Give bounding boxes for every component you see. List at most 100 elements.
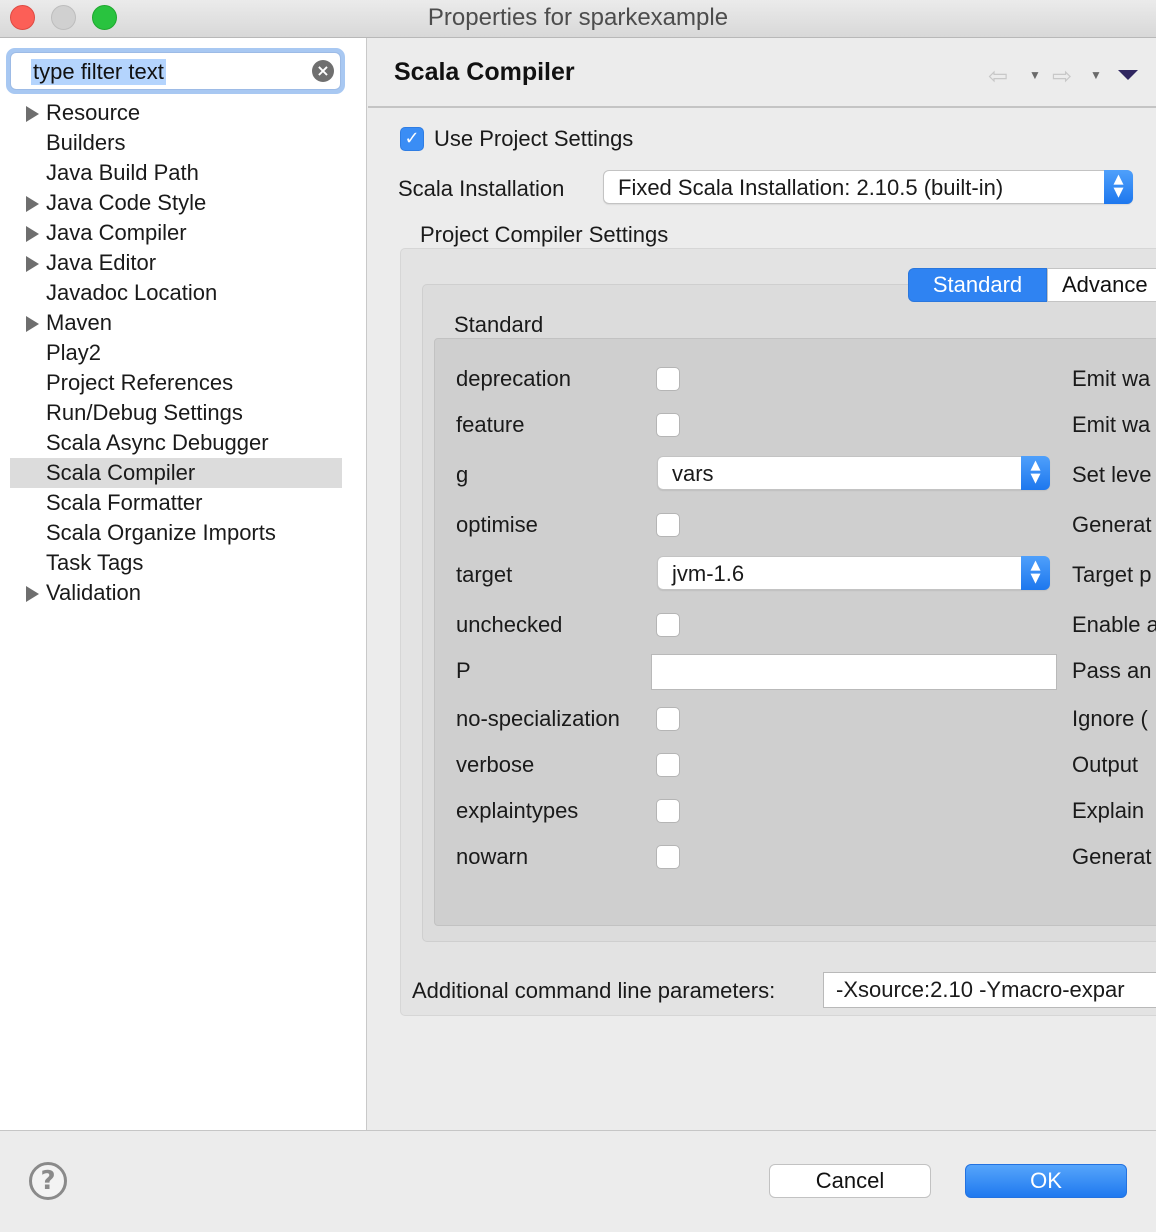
setting-name-deprecation: deprecation <box>456 366 571 391</box>
tab-advanced[interactable]: Advance <box>1047 268 1156 302</box>
expand-arrow-icon[interactable] <box>26 196 39 212</box>
page-title: Scala Compiler <box>394 58 575 86</box>
tree-item-label: Validation <box>46 580 141 605</box>
tab-standard[interactable]: Standard <box>908 268 1047 302</box>
expand-arrow-icon[interactable] <box>26 586 39 602</box>
tree-item-label: Scala Compiler <box>46 460 196 485</box>
stepper-chevron-icon: ▲ ▼ <box>1104 170 1133 204</box>
page-header: Scala Compiler ⇦ ▼ ⇨ ▼ <box>368 38 1156 108</box>
tree-item-label: Builders <box>46 130 126 155</box>
additional-params-label: Additional command line parameters: <box>412 978 776 1003</box>
setting-description-feature: Emit wa <box>1072 412 1151 437</box>
tree-item-task-tags[interactable]: Task Tags <box>10 548 342 578</box>
g-select-value: vars <box>672 461 714 486</box>
tree-item-scala-compiler[interactable]: Scala Compiler <box>10 458 342 488</box>
deprecation-checkbox[interactable] <box>656 367 680 391</box>
nowarn-checkbox[interactable] <box>656 845 680 869</box>
verbose-checkbox[interactable] <box>656 753 680 777</box>
setting-name-explaintypes: explaintypes <box>456 798 579 823</box>
expand-arrow-icon[interactable] <box>26 106 39 122</box>
target-select[interactable]: jvm-1.6 ▲ ▼ <box>657 556 1050 590</box>
tree-item-label: Task Tags <box>46 550 144 575</box>
tree-item-run-debug-settings[interactable]: Run/Debug Settings <box>10 398 342 428</box>
tree-item-validation[interactable]: Validation <box>10 578 342 608</box>
tree-item-label: Java Build Path <box>46 160 199 185</box>
back-dropdown-icon[interactable]: ▼ <box>1029 68 1041 82</box>
clear-icon[interactable]: × <box>312 60 334 82</box>
tree-item-label: Javadoc Location <box>46 280 218 305</box>
use-project-settings-label: Use Project Settings <box>434 126 634 151</box>
tree-item-maven[interactable]: Maven <box>10 308 342 338</box>
setting-description-p: Pass an <box>1072 658 1152 683</box>
additional-params-input[interactable]: -Xsource:2.10 -Ymacro-expar <box>823 972 1156 1008</box>
section-title: Standard <box>454 312 544 337</box>
forward-dropdown-icon[interactable]: ▼ <box>1090 68 1102 82</box>
left-pane: type filter text × Resource Builders Java … <box>0 38 367 1130</box>
tree-item-java-editor[interactable]: Java Editor <box>10 248 342 278</box>
expand-arrow-icon[interactable] <box>26 316 39 332</box>
use-project-settings-checkbox[interactable]: ✓ <box>400 127 424 151</box>
optimise-checkbox[interactable] <box>656 513 680 537</box>
tree-item-play2[interactable]: Play2 <box>10 338 342 368</box>
tree-item-scala-async-debugger[interactable]: Scala Async Debugger <box>10 428 342 458</box>
setting-name-optimise: optimise <box>456 512 538 537</box>
filter-input-text: type filter text <box>31 59 166 85</box>
expand-arrow-icon[interactable] <box>26 256 39 272</box>
setting-name-nowarn: nowarn <box>456 844 529 869</box>
tree-item-java-compiler[interactable]: Java Compiler <box>10 218 342 248</box>
setting-name-feature: feature <box>456 412 525 437</box>
tree-item-label: Java Compiler <box>46 220 187 245</box>
scala-installation-value: Fixed Scala Installation: 2.10.5 (built-… <box>618 175 1004 200</box>
setting-description-verbose: Output <box>1072 752 1139 777</box>
setting-name-target: target <box>456 562 513 587</box>
explaintypes-checkbox[interactable] <box>656 799 680 823</box>
setting-name-g: g <box>456 462 469 487</box>
tree-item-resource[interactable]: Resource <box>10 98 342 128</box>
setting-description-target: Target p <box>1072 562 1152 587</box>
expand-arrow-icon[interactable] <box>26 226 39 242</box>
tree-item-builders[interactable]: Builders <box>10 128 342 158</box>
window-title: Properties for sparkexample <box>427 4 729 31</box>
cancel-button[interactable]: Cancel <box>769 1164 931 1198</box>
tree-item-label: Java Code Style <box>46 190 207 215</box>
help-icon[interactable]: ? <box>29 1162 67 1200</box>
tree-item-label: Maven <box>46 310 113 335</box>
setting-description-unchecked: Enable a <box>1072 612 1156 637</box>
tree-item-java-build-path[interactable]: Java Build Path <box>10 158 342 188</box>
tree-item-label: Scala Organize Imports <box>46 520 276 545</box>
tree-item-java-code-style[interactable]: Java Code Style <box>10 188 342 218</box>
tree-item-label: Scala Formatter <box>46 490 203 515</box>
tree-item-scala-formatter[interactable]: Scala Formatter <box>10 488 342 518</box>
setting-description-deprecation: Emit wa <box>1072 366 1151 391</box>
tree-item-javadoc-location[interactable]: Javadoc Location <box>10 278 342 308</box>
tree-item-scala-organize-imports[interactable]: Scala Organize Imports <box>10 518 342 548</box>
tree-item-project-references[interactable]: Project References <box>10 368 342 398</box>
scala-installation-label: Scala Installation <box>398 176 565 201</box>
back-arrow-icon[interactable]: ⇦ <box>988 62 1008 91</box>
target-select-value: jvm-1.6 <box>672 561 745 586</box>
title-bar: Properties for sparkexample <box>0 0 1156 38</box>
ok-button[interactable]: OK <box>965 1164 1127 1198</box>
tree-item-label: Play2 <box>46 340 102 365</box>
additional-params-value: -Xsource:2.10 -Ymacro-expar <box>836 977 1125 1002</box>
property-tree: Resource Builders Java Build Path Java Code… <box>10 98 342 608</box>
setting-description-nowarn: Generat <box>1072 844 1152 869</box>
setting-description-optimise: Generat <box>1072 512 1152 537</box>
no-specialization-checkbox[interactable] <box>656 707 680 731</box>
tree-item-label: Resource <box>46 100 141 125</box>
feature-checkbox[interactable] <box>656 413 680 437</box>
scala-installation-select[interactable]: Fixed Scala Installation: 2.10.5 (built-… <box>603 170 1133 204</box>
tree-item-label: Java Editor <box>46 250 157 275</box>
group-title: Project Compiler Settings <box>420 222 669 247</box>
forward-arrow-icon[interactable]: ⇨ <box>1052 62 1072 91</box>
p-input[interactable] <box>651 654 1057 690</box>
filter-input[interactable]: type filter text × <box>10 52 341 90</box>
g-select[interactable]: vars ▲ ▼ <box>657 456 1050 490</box>
setting-name-p: P <box>456 658 471 683</box>
setting-name-unchecked: unchecked <box>456 612 563 637</box>
setting-name-verbose: verbose <box>456 752 535 777</box>
stepper-chevron-icon: ▲ ▼ <box>1021 456 1050 490</box>
unchecked-checkbox[interactable] <box>656 613 680 637</box>
view-menu-icon[interactable] <box>1118 70 1138 80</box>
tree-item-label: Scala Async Debugger <box>46 430 269 455</box>
